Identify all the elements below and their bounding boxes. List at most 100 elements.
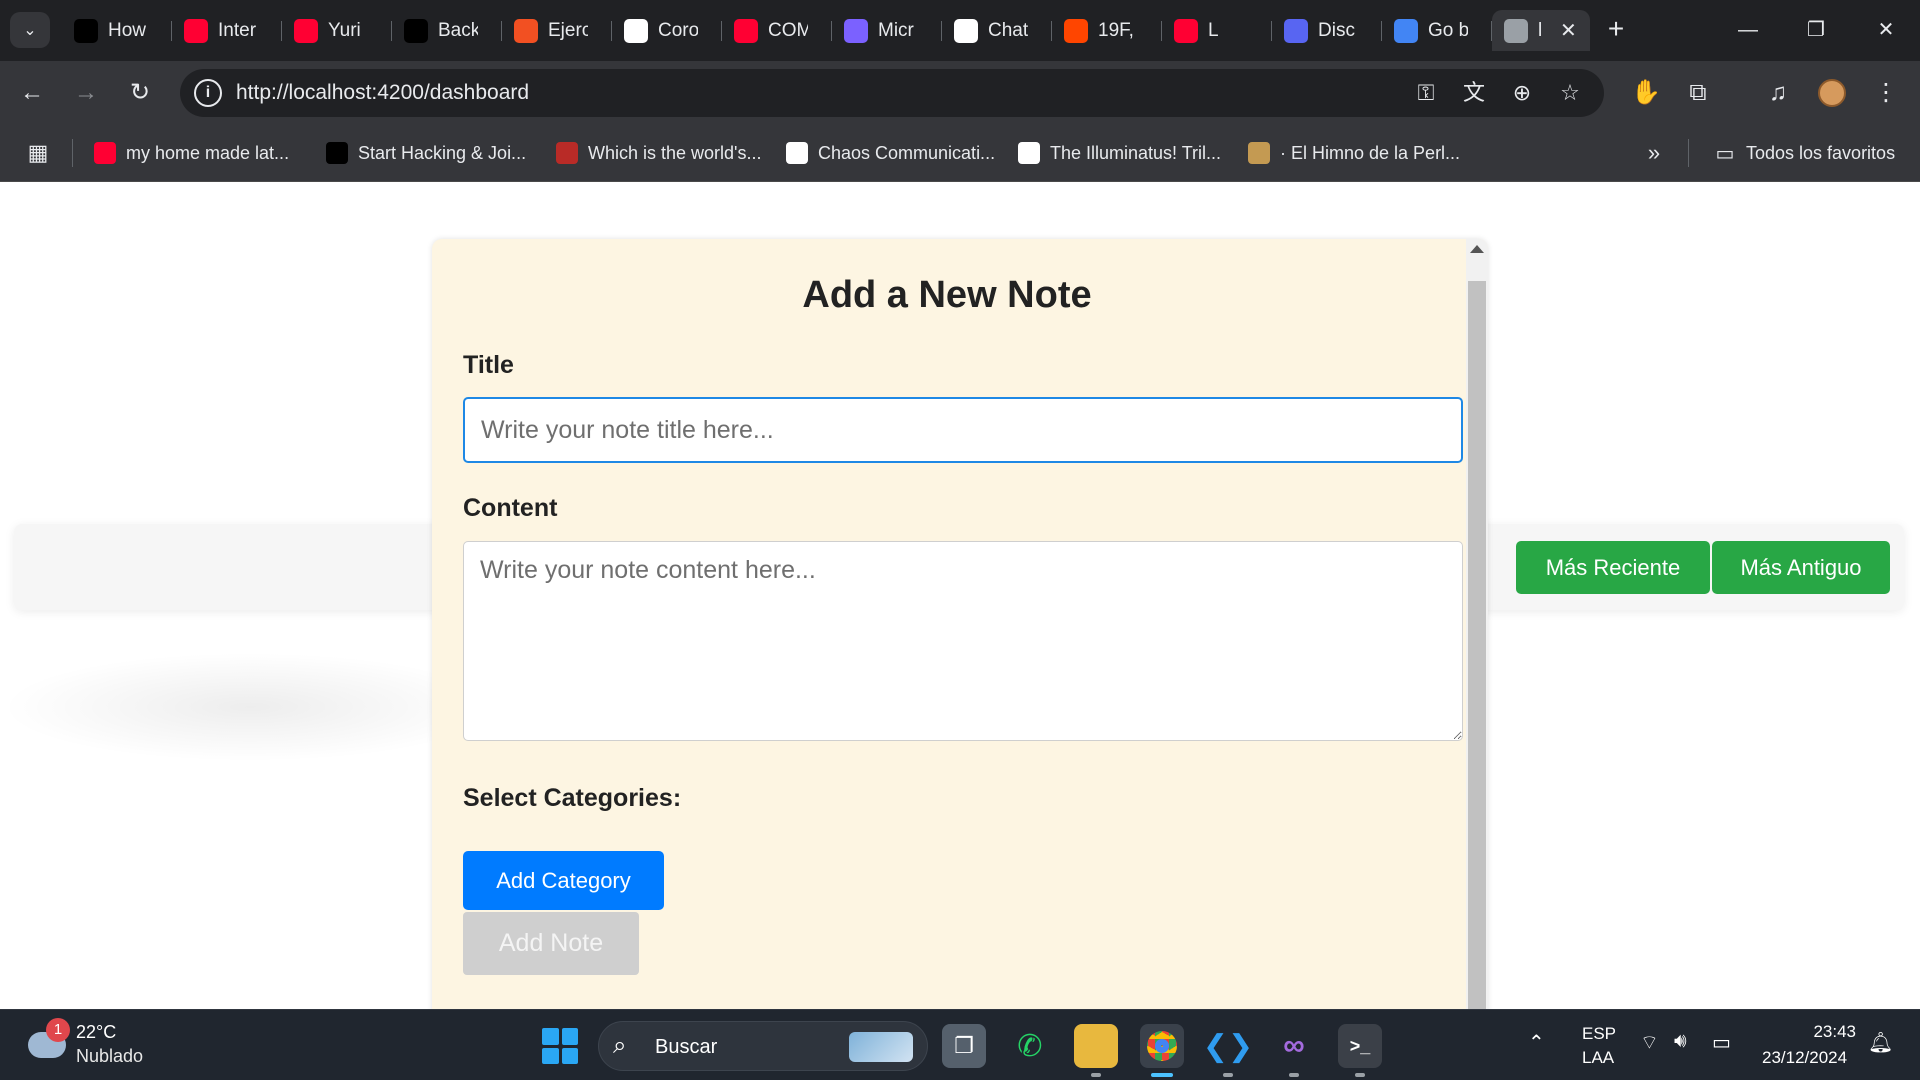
tab[interactable]: L bbox=[1162, 10, 1272, 51]
add-category-button[interactable]: Add Category bbox=[463, 851, 664, 910]
profile-avatar[interactable] bbox=[1818, 79, 1846, 107]
menu-kebab-icon[interactable]: ⋮ bbox=[1866, 73, 1906, 113]
bookmark-item[interactable]: The Illuminatus! Tril... bbox=[1018, 139, 1221, 167]
address-bar[interactable]: i http://localhost:4200/dashboard ⚿ 文 ⊕ … bbox=[180, 69, 1604, 117]
sort-recent-button[interactable]: Más Reciente bbox=[1516, 541, 1710, 594]
wikipedia-icon bbox=[786, 142, 808, 164]
tab-label: Inter bbox=[218, 19, 257, 41]
file-explorer-icon[interactable] bbox=[1074, 1024, 1118, 1077]
docs-icon bbox=[1394, 18, 1418, 43]
chatgpt-icon bbox=[954, 18, 978, 43]
reload-button[interactable]: ↻ bbox=[120, 73, 160, 113]
tab[interactable]: How bbox=[62, 10, 172, 51]
taskbar-search[interactable]: ⌕ Buscar bbox=[598, 1021, 928, 1071]
weather-description[interactable]: Nublado bbox=[76, 1046, 143, 1067]
task-view-icon[interactable]: ❐ bbox=[942, 1024, 986, 1068]
tab[interactable]: Yuri bbox=[282, 10, 392, 51]
tab[interactable]: COM bbox=[722, 10, 832, 51]
site-info-icon[interactable]: i bbox=[194, 79, 222, 107]
sort-oldest-button[interactable]: Más Antiguo bbox=[1712, 541, 1890, 594]
tab[interactable]: Go b bbox=[1382, 10, 1492, 51]
browser-toolbar: ← → ↻ i http://localhost:4200/dashboard … bbox=[0, 61, 1920, 125]
language-code[interactable]: ESP bbox=[1582, 1024, 1616, 1044]
volume-icon[interactable]: 🔊︎ bbox=[1674, 1030, 1687, 1053]
reddit-icon bbox=[1064, 18, 1088, 43]
page-viewport: Más Reciente Más Antiguo Add a New Note … bbox=[0, 182, 1920, 1009]
close-window-button[interactable]: ✕ bbox=[1856, 10, 1916, 50]
tab[interactable]: Ejerc bbox=[502, 10, 612, 51]
wifi-icon[interactable]: ⌔ bbox=[1640, 1030, 1659, 1055]
youtube-icon bbox=[1174, 18, 1198, 43]
translate-icon[interactable]: 文 bbox=[1458, 77, 1490, 109]
tab[interactable]: Back bbox=[392, 10, 502, 51]
bookmarks-bar: ▦ my home made lat... Start Hacking & Joi… bbox=[0, 125, 1920, 182]
bookmark-star-icon[interactable]: ☆ bbox=[1554, 77, 1586, 109]
whatsapp-icon[interactable]: ✆ bbox=[1008, 1024, 1052, 1068]
bookmark-item[interactable]: Which is the world's... bbox=[556, 139, 762, 167]
note-title-input[interactable] bbox=[463, 397, 1463, 463]
r-logo-icon bbox=[404, 18, 428, 43]
tab[interactable]: Chat bbox=[942, 10, 1052, 51]
visual-studio-icon[interactable]: ∞ bbox=[1272, 1024, 1316, 1077]
chrome-logo bbox=[1147, 1031, 1177, 1061]
media-control-icon[interactable]: ♫ bbox=[1758, 73, 1798, 113]
scroll-thumb[interactable] bbox=[1468, 281, 1486, 1009]
tab-label: Coro bbox=[658, 19, 698, 41]
youtube-icon bbox=[734, 18, 758, 43]
url-text[interactable]: http://localhost:4200/dashboard bbox=[236, 81, 529, 105]
bookmark-item[interactable]: Chaos Communicati... bbox=[786, 139, 995, 167]
extensions-puzzle-icon[interactable]: ⧉ bbox=[1678, 73, 1718, 113]
tab[interactable]: Inter bbox=[172, 10, 282, 51]
add-note-button[interactable]: Add Note bbox=[463, 912, 639, 975]
clock-time[interactable]: 23:43 bbox=[1812, 1022, 1856, 1042]
password-key-icon[interactable]: ⚿ bbox=[1410, 77, 1442, 109]
vscode-icon[interactable]: ❮❯ bbox=[1203, 1024, 1253, 1077]
chevron-down-icon: ⌄ bbox=[23, 22, 37, 39]
clock-date[interactable]: 23/12/2024 bbox=[1762, 1048, 1847, 1068]
windows-start-icon[interactable] bbox=[542, 1028, 578, 1064]
tab[interactable]: 19F, bbox=[1052, 10, 1162, 51]
youtube-icon bbox=[294, 18, 318, 43]
notification-bell-icon[interactable]: 🔔︎ bbox=[1868, 1030, 1893, 1055]
scroll-up-arrow-icon[interactable] bbox=[1470, 245, 1484, 253]
close-tab-icon[interactable]: ✕ bbox=[1560, 18, 1577, 43]
note-content-textarea[interactable] bbox=[463, 541, 1463, 741]
bookmark-item[interactable]: · El Himno de la Perl... bbox=[1248, 139, 1460, 167]
back-button[interactable]: ← bbox=[12, 73, 52, 113]
extension-hand-icon[interactable]: ✋ bbox=[1626, 73, 1666, 113]
modal-title: Add a New Note bbox=[802, 274, 1092, 316]
microsoft-logo-icon bbox=[514, 18, 538, 43]
zoom-icon[interactable]: ⊕ bbox=[1506, 77, 1538, 109]
bookmark-separator bbox=[1688, 139, 1689, 167]
tab[interactable]: Disc bbox=[1272, 10, 1382, 51]
forward-button[interactable]: → bbox=[66, 73, 106, 113]
terminal-icon[interactable]: >_ bbox=[1338, 1024, 1382, 1077]
new-tab-button[interactable]: + bbox=[1598, 12, 1634, 48]
modal-scrollbar[interactable] bbox=[1466, 239, 1488, 1009]
tab-search-button[interactable]: ⌄ bbox=[10, 12, 50, 48]
keyboard-layout[interactable]: LAA bbox=[1582, 1048, 1614, 1068]
more-bookmarks-icon[interactable]: » bbox=[1634, 133, 1674, 173]
tab[interactable]: Micr bbox=[832, 10, 942, 51]
hackerone-icon bbox=[326, 142, 348, 164]
tab-label: Yuri bbox=[328, 19, 361, 41]
chrome-icon[interactable] bbox=[1140, 1024, 1184, 1077]
tab[interactable]: Coro bbox=[612, 10, 722, 51]
taskbar-search-label: Buscar bbox=[655, 1036, 718, 1058]
all-bookmarks-folder[interactable]: ▭ Todos los favoritos bbox=[1714, 139, 1896, 167]
bookmark-item[interactable]: Start Hacking & Joi... bbox=[326, 139, 526, 167]
tab-active[interactable]: l ✕ bbox=[1492, 10, 1590, 51]
battery-icon[interactable]: ▭ bbox=[1712, 1030, 1731, 1055]
chevron-up-icon[interactable]: ⌃ bbox=[1528, 1030, 1545, 1055]
apps-grid-icon[interactable]: ▦ bbox=[18, 133, 58, 173]
tab-label: COM bbox=[768, 19, 808, 41]
restore-button[interactable]: ❐ bbox=[1786, 10, 1846, 50]
bookmark-label: my home made lat... bbox=[126, 142, 290, 163]
minimize-button[interactable]: — bbox=[1718, 10, 1778, 50]
bookmark-item[interactable]: my home made lat... bbox=[94, 139, 289, 167]
bookmark-label: Start Hacking & Joi... bbox=[358, 142, 527, 163]
tab-label: 19F, bbox=[1098, 19, 1134, 41]
weather-temperature[interactable]: 22°C bbox=[76, 1022, 116, 1043]
background-shadow bbox=[0, 652, 500, 762]
running-indicator bbox=[1223, 1073, 1233, 1077]
